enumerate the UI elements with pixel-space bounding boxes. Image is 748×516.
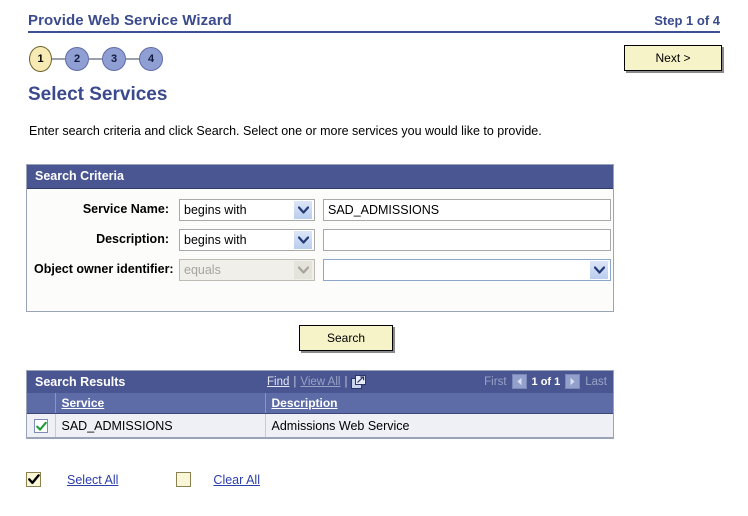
link-separator-2: | bbox=[344, 375, 348, 388]
link-separator-1: | bbox=[293, 375, 297, 388]
wizard-page: Provide Web Service Wizard Step 1 of 4 1… bbox=[0, 0, 748, 516]
grid-action-links: Find | View All | bbox=[149, 374, 484, 389]
service-name-operator-select[interactable]: begins with bbox=[179, 199, 315, 221]
step-connector-2-3 bbox=[89, 58, 102, 60]
row-description-cell: Admissions Web Service bbox=[265, 413, 613, 438]
step-progress-tracker: 1 2 3 4 bbox=[29, 46, 163, 72]
step-node-1[interactable]: 1 bbox=[29, 46, 52, 72]
view-all-link[interactable]: View All bbox=[300, 376, 340, 388]
step-node-4[interactable]: 4 bbox=[139, 47, 163, 71]
instructions-text: Enter search criteria and click Search. … bbox=[29, 124, 542, 138]
service-name-input-value: SAD_ADMISSIONS bbox=[328, 203, 440, 217]
search-button[interactable]: Search bbox=[299, 325, 393, 351]
service-name-operator-value: begins with bbox=[184, 203, 247, 217]
search-results-table: Service Description SAD_ADMISSIONS Admis bbox=[27, 393, 613, 438]
search-criteria-panel: Search Criteria Service Name: begins wit… bbox=[26, 164, 614, 312]
step-node-1-label: 1 bbox=[37, 53, 44, 65]
column-header-description: Description bbox=[265, 393, 613, 414]
select-all-checkbox[interactable] bbox=[26, 472, 41, 487]
find-link[interactable]: Find bbox=[267, 376, 289, 388]
service-name-label: Service Name: bbox=[82, 202, 169, 216]
object-owner-operator-value: equals bbox=[184, 263, 221, 277]
results-pager: First 1 of 1 Last bbox=[484, 374, 607, 389]
column-header-service-link[interactable]: Service bbox=[62, 396, 105, 410]
wizard-step-indicator: Step 1 of 4 bbox=[654, 13, 720, 28]
select-all-link[interactable]: Select All bbox=[67, 473, 118, 487]
column-header-service: Service bbox=[55, 393, 266, 414]
step-node-3-label: 3 bbox=[110, 53, 118, 65]
search-criteria-body: Service Name: begins with SAD_ADMISSIONS… bbox=[27, 189, 613, 281]
step-node-4-label: 4 bbox=[147, 53, 155, 65]
step-connector-3-4 bbox=[126, 58, 139, 60]
next-button[interactable]: Next > bbox=[624, 45, 722, 71]
criteria-row-description: Description: begins with bbox=[27, 229, 613, 251]
search-criteria-header: Search Criteria bbox=[27, 165, 613, 189]
description-operator-value: begins with bbox=[184, 233, 247, 247]
search-results-panel: Search Results Find | View All | First 1… bbox=[26, 370, 614, 439]
description-label: Description: bbox=[96, 232, 169, 246]
next-page-icon[interactable] bbox=[565, 374, 581, 389]
wizard-header: Provide Web Service Wizard Step 1 of 4 bbox=[28, 12, 720, 33]
pager-count: 1 of 1 bbox=[531, 375, 561, 388]
pager-last-link[interactable]: Last bbox=[585, 376, 607, 388]
clear-all-checkbox[interactable] bbox=[176, 472, 192, 487]
download-grid-icon[interactable] bbox=[351, 374, 367, 389]
search-criteria-title: Search Criteria bbox=[35, 169, 124, 183]
object-owner-value-select[interactable] bbox=[323, 259, 611, 281]
page-title: Select Services bbox=[28, 84, 168, 105]
chevron-down-icon bbox=[294, 261, 312, 279]
criteria-row-object-owner: Object owner identifier: equals bbox=[27, 259, 613, 281]
row-select-checkbox[interactable] bbox=[33, 418, 48, 433]
chevron-down-icon bbox=[294, 231, 312, 249]
step-connector-1-2 bbox=[52, 58, 65, 60]
step-node-2[interactable]: 2 bbox=[65, 47, 89, 71]
service-name-input[interactable]: SAD_ADMISSIONS bbox=[323, 199, 611, 221]
object-owner-operator-select: equals bbox=[179, 259, 315, 281]
search-results-title: Search Results bbox=[35, 374, 126, 389]
search-results-header: Search Results Find | View All | First 1… bbox=[27, 371, 613, 393]
chevron-down-icon bbox=[590, 261, 608, 279]
previous-page-icon[interactable] bbox=[511, 374, 527, 389]
bottom-actions-bar: Select All Clear All bbox=[26, 472, 260, 487]
column-header-description-link[interactable]: Description bbox=[272, 396, 338, 410]
row-select-cell bbox=[27, 413, 56, 438]
wizard-title: Provide Web Service Wizard bbox=[28, 12, 232, 29]
step-node-2-label: 2 bbox=[73, 53, 81, 65]
description-operator-select[interactable]: begins with bbox=[179, 229, 315, 251]
table-row: SAD_ADMISSIONS Admissions Web Service bbox=[27, 413, 613, 438]
column-header-select bbox=[27, 393, 56, 414]
row-service-cell: SAD_ADMISSIONS bbox=[55, 413, 266, 438]
pager-first-link[interactable]: First bbox=[484, 376, 506, 388]
description-input[interactable] bbox=[323, 229, 611, 251]
criteria-row-service-name: Service Name: begins with SAD_ADMISSIONS bbox=[27, 199, 613, 221]
table-header-row: Service Description bbox=[27, 393, 613, 414]
object-owner-label: Object owner identifier: bbox=[34, 262, 174, 276]
clear-all-link[interactable]: Clear All bbox=[213, 473, 260, 487]
chevron-down-icon bbox=[294, 201, 312, 219]
step-node-3[interactable]: 3 bbox=[102, 47, 126, 71]
